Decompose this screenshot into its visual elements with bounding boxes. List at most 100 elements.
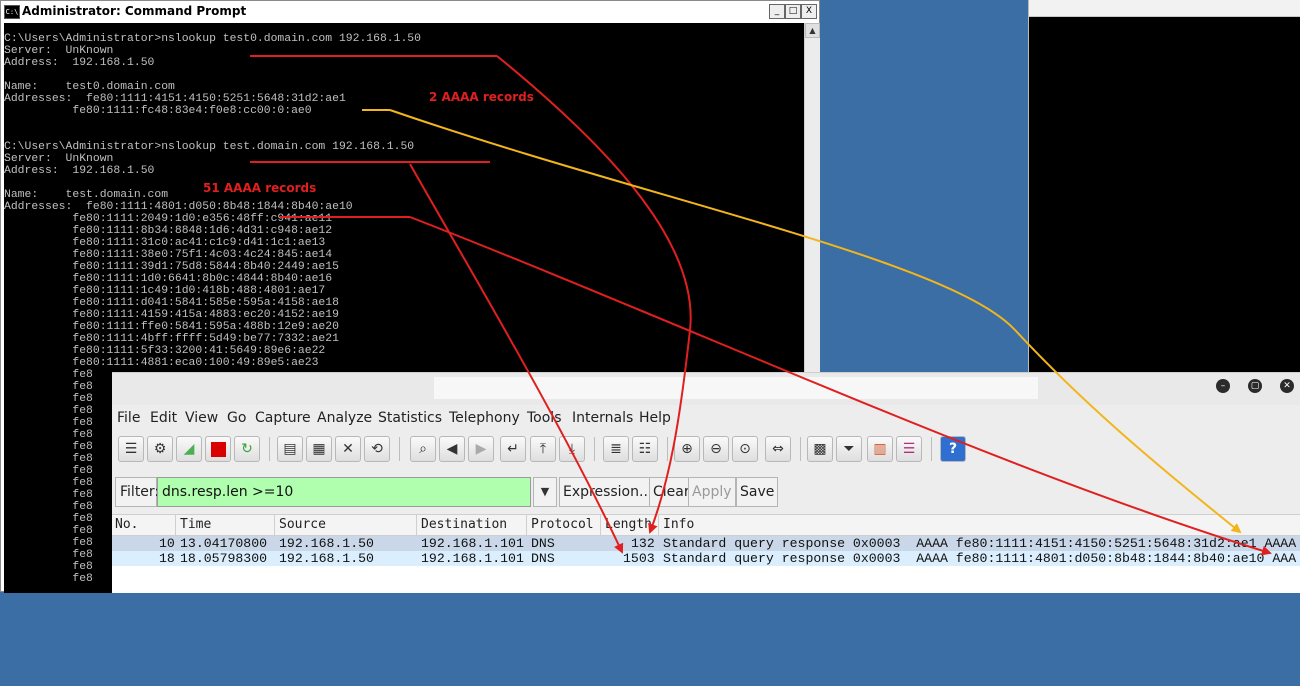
minimize-button[interactable]: – — [1216, 379, 1230, 393]
packet-protocol: DNS — [531, 536, 555, 551]
packet-list-empty-area[interactable] — [112, 566, 1300, 593]
colorize-icon[interactable]: ≣ — [603, 436, 629, 462]
restore-button[interactable]: □ — [785, 4, 801, 19]
menu-statistics[interactable]: Statistics — [378, 410, 442, 426]
interfaces-icon[interactable]: ☰ — [118, 436, 144, 462]
menu-capture[interactable]: Capture — [255, 410, 311, 426]
filter-toolbar: Filter: dns.resp.len >=10 ▼ Expression..… — [112, 475, 1300, 509]
first-packet-icon[interactable]: ⤒ — [530, 436, 556, 462]
packet-list-header: No. Time Source Destination Protocol Len… — [112, 514, 1300, 536]
wireshark-titlebar[interactable]: – ▢ ✕ — [112, 373, 1300, 405]
column-divider[interactable] — [416, 515, 417, 535]
resize-columns-icon[interactable]: ⇔ — [765, 436, 791, 462]
menu-telephony[interactable]: Telephony — [449, 410, 520, 426]
go-forward-icon[interactable]: ▶ — [468, 436, 494, 462]
start-capture-icon[interactable]: ◢ — [176, 436, 202, 462]
save-file-icon[interactable]: ▦ — [306, 436, 332, 462]
column-time[interactable]: Time — [180, 517, 211, 532]
clear-button[interactable]: Clear — [649, 477, 694, 507]
restart-capture-icon[interactable]: ↻ — [234, 436, 260, 462]
toolbar-separator — [594, 437, 595, 461]
display-filters-icon[interactable]: ⏷ — [836, 436, 862, 462]
minimize-button[interactable]: _ — [769, 4, 785, 19]
menu-help[interactable]: Help — [639, 410, 671, 426]
menu-view[interactable]: View — [185, 410, 218, 426]
window-title-area — [434, 377, 1038, 399]
filter-label-button[interactable]: Filter: — [115, 477, 159, 507]
desktop-background — [822, 0, 1028, 372]
chevron-down-icon[interactable]: ▼ — [533, 477, 557, 507]
packet-time: 13.04170800 — [180, 536, 268, 551]
packet-row[interactable]: 18 18.05798300 192.168.1.50 192.168.1.10… — [112, 551, 1300, 566]
reload-icon[interactable]: ⟲ — [364, 436, 390, 462]
display-filter-input[interactable]: dns.resp.len >=10 — [157, 477, 531, 507]
capture-filters-icon[interactable]: ▩ — [807, 436, 833, 462]
column-divider[interactable] — [274, 515, 275, 535]
go-back-icon[interactable]: ◀ — [439, 436, 465, 462]
coloring-rules-icon[interactable]: ▥ — [867, 436, 893, 462]
wireshark-window: – ▢ ✕ File Edit View Go Capture Analyze … — [112, 372, 1300, 593]
column-info[interactable]: Info — [663, 517, 694, 532]
menu-internals[interactable]: Internals — [572, 410, 633, 426]
zoom-out-icon[interactable]: ⊖ — [703, 436, 729, 462]
column-no[interactable]: No. — [115, 517, 138, 532]
packet-info: Standard query response 0x0003 AAAA fe80… — [663, 536, 1297, 551]
menu-edit[interactable]: Edit — [150, 410, 177, 426]
menu-file[interactable]: File — [117, 410, 140, 426]
menu-go[interactable]: Go — [227, 410, 246, 426]
packet-protocol: DNS — [531, 551, 555, 566]
menu-bar: File Edit View Go Capture Analyze Statis… — [112, 406, 1300, 430]
column-length[interactable]: Length — [605, 517, 652, 532]
packet-time: 18.05798300 — [180, 551, 268, 566]
toolbar-separator — [667, 437, 668, 461]
annotation-2-records: 2 AAAA records — [429, 90, 534, 104]
packet-row[interactable]: 10 13.04170800 192.168.1.50 192.168.1.10… — [112, 536, 1300, 551]
packet-no: 10 — [159, 536, 175, 551]
preferences-icon[interactable]: ☰ — [896, 436, 922, 462]
column-divider[interactable] — [175, 515, 176, 535]
save-button[interactable]: Save — [736, 477, 779, 507]
maximize-button[interactable]: ▢ — [1248, 379, 1262, 393]
normal-size-icon[interactable]: ⊙ — [732, 436, 758, 462]
column-destination[interactable]: Destination — [421, 517, 507, 532]
toolbar-separator — [399, 437, 400, 461]
last-packet-icon[interactable]: ⤓ — [559, 436, 585, 462]
menu-analyze[interactable]: Analyze — [317, 410, 372, 426]
open-file-icon[interactable]: ▤ — [277, 436, 303, 462]
annotation-51-records: 51 AAAA records — [203, 181, 317, 195]
auto-scroll-icon[interactable]: ☷ — [632, 436, 658, 462]
apply-button[interactable]: Apply — [688, 477, 736, 507]
help-icon[interactable]: ? — [940, 436, 966, 462]
packet-length: 132 — [631, 536, 655, 551]
toolbar-separator — [800, 437, 801, 461]
toolbar-separator — [931, 437, 932, 461]
capture-options-icon[interactable]: ⚙ — [147, 436, 173, 462]
cmd-title: Administrator: Command Prompt — [22, 4, 247, 18]
column-source[interactable]: Source — [279, 517, 326, 532]
zoom-in-icon[interactable]: ⊕ — [674, 436, 700, 462]
scroll-up-arrow-icon[interactable]: ▲ — [805, 23, 820, 38]
packet-source: 192.168.1.50 — [279, 536, 374, 551]
background-window-titlebar — [1029, 0, 1300, 17]
packet-no: 18 — [159, 551, 175, 566]
packet-destination: 192.168.1.101 — [421, 536, 524, 551]
stop-capture-icon[interactable] — [205, 436, 231, 462]
main-toolbar: ☰ ⚙ ◢ ↻ ▤ ▦ ✕ ⟲ ⌕ ◀ ▶ ↵ ⤒ ⤓ ≣ ☷ ⊕ ⊖ ⊙ ⇔ … — [112, 433, 1300, 467]
packet-source: 192.168.1.50 — [279, 551, 374, 566]
close-button[interactable]: ✕ — [1280, 379, 1294, 393]
cmd-app-icon: C:\ — [4, 5, 20, 19]
expression-button[interactable]: Expression... — [559, 477, 657, 507]
find-packet-icon[interactable]: ⌕ — [410, 436, 436, 462]
close-button[interactable]: X — [801, 4, 817, 19]
close-file-icon[interactable]: ✕ — [335, 436, 361, 462]
column-protocol[interactable]: Protocol — [531, 517, 594, 532]
column-divider[interactable] — [600, 515, 601, 535]
packet-destination: 192.168.1.101 — [421, 551, 524, 566]
column-divider[interactable] — [526, 515, 527, 535]
column-divider[interactable] — [658, 515, 659, 535]
toolbar-separator — [269, 437, 270, 461]
packet-info: Standard query response 0x0003 AAAA fe80… — [663, 551, 1297, 566]
menu-tools[interactable]: Tools — [527, 410, 562, 426]
go-to-packet-icon[interactable]: ↵ — [500, 436, 526, 462]
cmd-titlebar[interactable]: C:\ Administrator: Command Prompt _ □ X — [1, 1, 819, 22]
